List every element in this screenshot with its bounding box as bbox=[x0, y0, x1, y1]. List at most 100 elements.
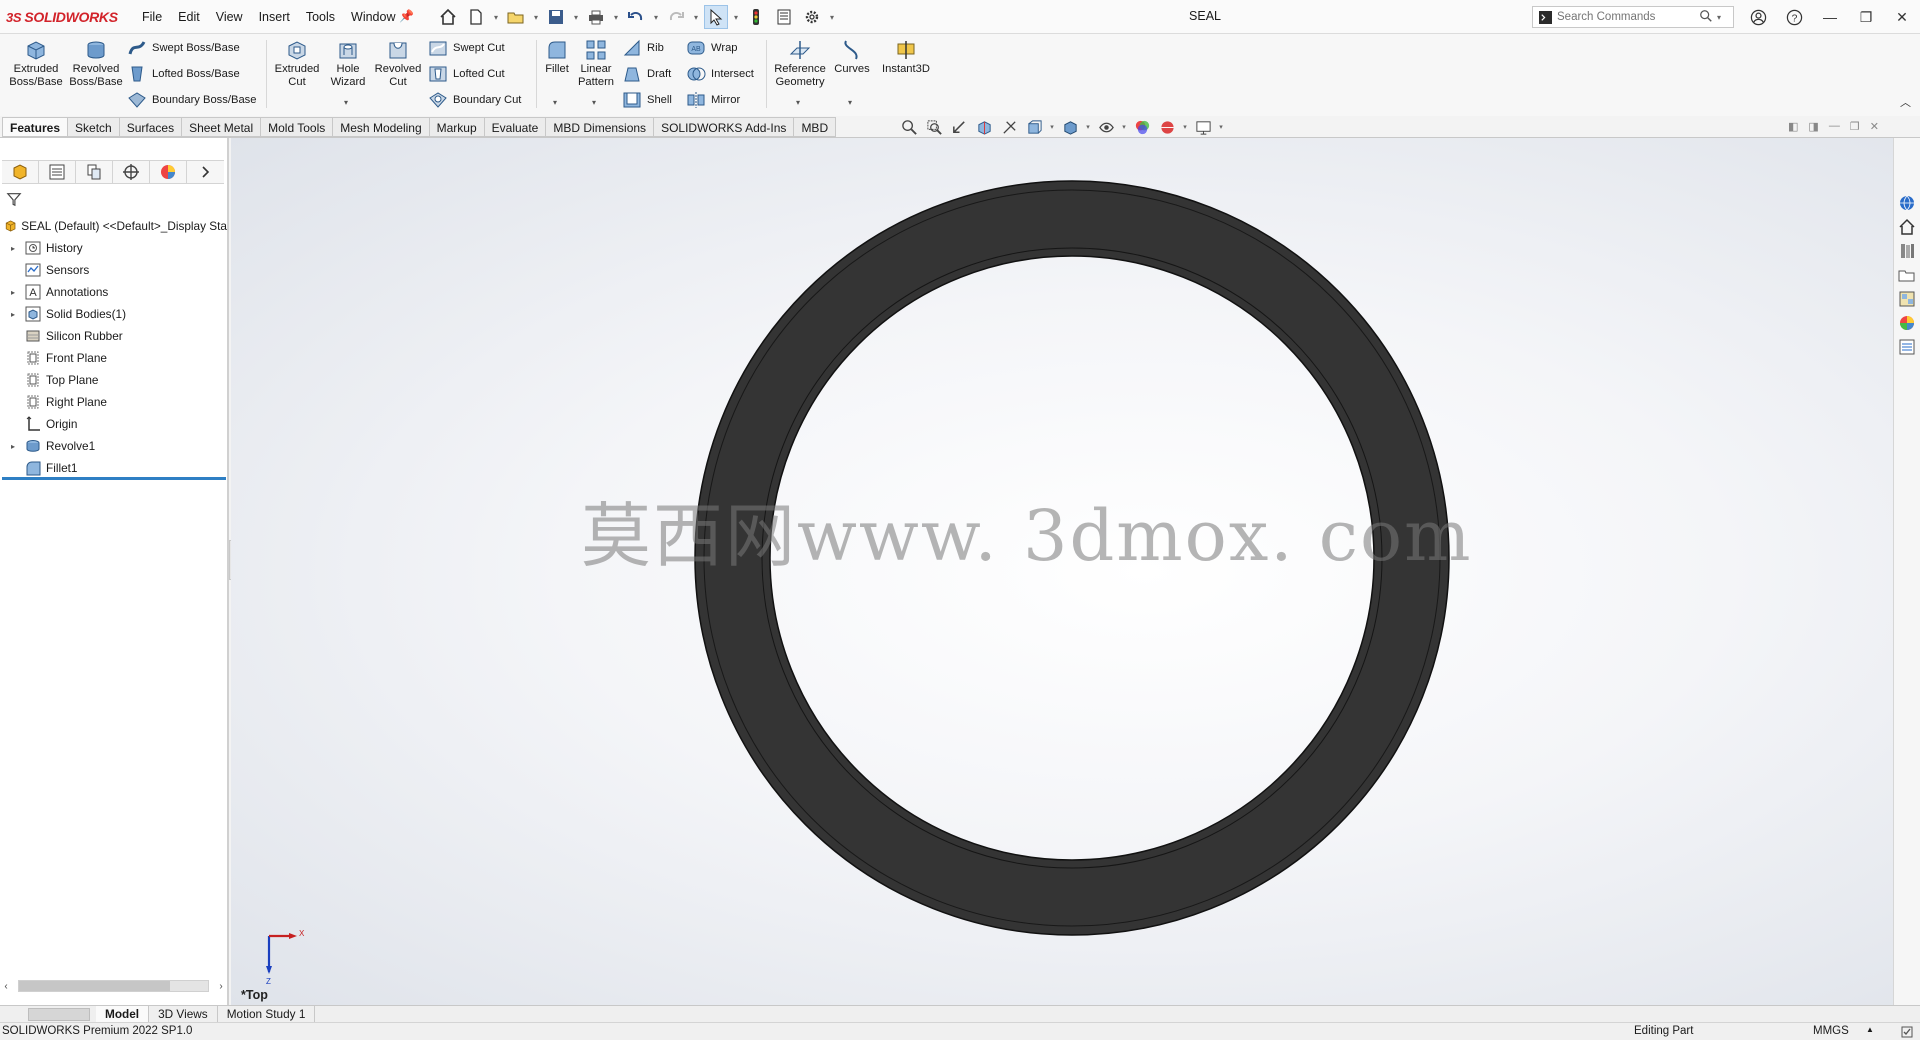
new-document-icon[interactable] bbox=[464, 5, 488, 29]
menu-edit[interactable]: Edit bbox=[170, 9, 208, 26]
draft-button[interactable]: Draft bbox=[622, 64, 671, 84]
custom-properties-icon[interactable] bbox=[1896, 336, 1918, 358]
tab-surfaces[interactable]: Surfaces bbox=[119, 117, 183, 137]
tab-features[interactable]: Features bbox=[2, 117, 69, 137]
view-orientation-dropdown-icon[interactable]: ▾ bbox=[1048, 123, 1056, 131]
hole-wizard-button[interactable]: Hole Wizard bbox=[324, 38, 372, 89]
undo-dropdown-icon[interactable]: ▾ bbox=[652, 13, 660, 22]
hole-wizard-dropdown-icon[interactable]: ▾ bbox=[344, 98, 348, 107]
tree-item-fillet1[interactable]: Fillet1 bbox=[0, 457, 227, 479]
search-input[interactable] bbox=[1557, 11, 1697, 23]
tree-item-revolve1[interactable]: ▸ Revolve1 bbox=[0, 435, 227, 457]
lofted-cut-button[interactable]: Lofted Cut bbox=[428, 64, 505, 84]
wrap-button[interactable]: AB Wrap bbox=[686, 38, 738, 58]
home-tab-icon[interactable] bbox=[1896, 216, 1918, 238]
tree-item-silicon-rubber[interactable]: Silicon Rubber bbox=[0, 325, 227, 347]
dimxpert-manager-tab-icon[interactable] bbox=[113, 161, 151, 183]
expand-arrow-icon[interactable]: ▸ bbox=[8, 310, 18, 319]
account-icon[interactable] bbox=[1740, 4, 1776, 30]
boundary-cut-button[interactable]: Boundary Cut bbox=[428, 90, 521, 110]
reference-geometry-button[interactable]: Reference Geometry bbox=[770, 38, 830, 89]
tree-item-annotations[interactable]: ▸ A Annotations bbox=[0, 281, 227, 303]
search-commands-box[interactable]: ▾ bbox=[1532, 6, 1734, 28]
display-manager-tab-icon[interactable] bbox=[150, 161, 188, 183]
viewport-tile-left-icon[interactable]: ◧ bbox=[1788, 120, 1798, 133]
scroll-thumb[interactable] bbox=[19, 981, 171, 991]
traffic-light-icon[interactable] bbox=[744, 5, 768, 29]
dynamic-annotation-icon[interactable] bbox=[998, 118, 1020, 136]
apply-scene-icon[interactable] bbox=[1156, 118, 1178, 136]
zoom-to-fit-icon[interactable] bbox=[898, 118, 920, 136]
pin-icon[interactable]: 📌 bbox=[399, 9, 414, 23]
options-gear-icon[interactable] bbox=[800, 5, 824, 29]
tab-mold-tools[interactable]: Mold Tools bbox=[261, 117, 334, 137]
mirror-button[interactable]: Mirror bbox=[686, 90, 740, 110]
extruded-boss-button[interactable]: Extruded Boss/Base bbox=[8, 38, 64, 89]
tab-sketch[interactable]: Sketch bbox=[68, 117, 120, 137]
unit-system-selector[interactable]: MMGS bbox=[1813, 1025, 1849, 1037]
tab-scroll-controls[interactable] bbox=[28, 1008, 90, 1021]
tab-3d-views[interactable]: 3D Views bbox=[149, 1006, 218, 1022]
menu-view[interactable]: View bbox=[208, 9, 251, 26]
close-icon[interactable]: ✕ bbox=[1884, 4, 1920, 30]
rib-button[interactable]: Rib bbox=[622, 38, 664, 58]
viewport-restore-icon[interactable]: ❐ bbox=[1850, 120, 1860, 133]
fillet-dropdown-icon[interactable]: ▾ bbox=[553, 98, 557, 107]
revolved-cut-button[interactable]: Revolved Cut bbox=[372, 38, 424, 89]
design-library-icon[interactable] bbox=[1896, 240, 1918, 262]
tree-item-solid-bodies-1[interactable]: ▸ Solid Bodies(1) bbox=[0, 303, 227, 325]
solidworks-resources-icon[interactable] bbox=[1896, 192, 1918, 214]
tree-item-front-plane[interactable]: Front Plane bbox=[0, 347, 227, 369]
instant3d-button[interactable]: Instant3D bbox=[876, 38, 936, 76]
tab-mbd-dimensions[interactable]: MBD Dimensions bbox=[546, 117, 655, 137]
appearances-scenes-icon[interactable] bbox=[1896, 312, 1918, 334]
home-icon[interactable] bbox=[436, 5, 460, 29]
tree-item-origin[interactable]: Origin bbox=[0, 413, 227, 435]
expand-arrow-icon[interactable]: ▸ bbox=[8, 244, 18, 253]
viewport-minimize-icon[interactable]: — bbox=[1829, 120, 1840, 133]
shell-button[interactable]: Shell bbox=[622, 90, 672, 110]
expand-arrow-icon[interactable]: ▸ bbox=[8, 442, 18, 451]
redo-icon[interactable] bbox=[664, 5, 688, 29]
swept-cut-button[interactable]: Swept Cut bbox=[428, 38, 505, 58]
intersect-button[interactable]: Intersect bbox=[686, 64, 754, 84]
save-dropdown-icon[interactable]: ▾ bbox=[572, 13, 580, 22]
curves-button[interactable]: Curves bbox=[830, 38, 874, 76]
tab-mesh-modeling[interactable]: Mesh Modeling bbox=[333, 117, 430, 137]
scroll-right-icon[interactable]: › bbox=[215, 981, 227, 992]
redo-dropdown-icon[interactable]: ▾ bbox=[692, 13, 700, 22]
property-manager-tab-icon[interactable] bbox=[39, 161, 77, 183]
filter-icon[interactable] bbox=[6, 191, 24, 209]
zoom-to-area-icon[interactable] bbox=[923, 118, 945, 136]
curves-dropdown-icon[interactable]: ▾ bbox=[848, 98, 852, 107]
tab-solidworks-addins[interactable]: SOLIDWORKS Add-Ins bbox=[654, 117, 795, 137]
fillet-button[interactable]: Fillet bbox=[540, 38, 574, 76]
section-view-icon[interactable] bbox=[973, 118, 995, 136]
apply-scene-dropdown-icon[interactable]: ▾ bbox=[1181, 123, 1189, 131]
display-style-dropdown-icon[interactable]: ▾ bbox=[1084, 123, 1092, 131]
view-orientation-icon[interactable] bbox=[1023, 118, 1045, 136]
tab-mbd[interactable]: MBD bbox=[794, 117, 837, 137]
tree-item-history[interactable]: ▸ History bbox=[0, 237, 227, 259]
open-dropdown-icon[interactable]: ▾ bbox=[532, 13, 540, 22]
previous-view-icon[interactable] bbox=[948, 118, 970, 136]
view-settings-dropdown-icon[interactable]: ▾ bbox=[1217, 123, 1225, 131]
revolved-boss-button[interactable]: Revolved Boss/Base bbox=[68, 38, 124, 89]
menu-file[interactable]: File bbox=[134, 9, 170, 26]
rebuild-status-icon[interactable] bbox=[1898, 1023, 1916, 1040]
undo-icon[interactable] bbox=[624, 5, 648, 29]
more-tabs-chevron-icon[interactable] bbox=[187, 161, 224, 183]
linear-pattern-button[interactable]: Linear Pattern bbox=[574, 38, 618, 89]
boundary-boss-button[interactable]: Boundary Boss/Base bbox=[127, 90, 256, 110]
save-icon[interactable] bbox=[544, 5, 568, 29]
graphics-area[interactable]: 莫西网www. 3dmox. com X Z *Top bbox=[231, 138, 1893, 1005]
search-icon[interactable] bbox=[1699, 9, 1715, 25]
hide-show-dropdown-icon[interactable]: ▾ bbox=[1120, 123, 1128, 131]
viewport-tile-right-icon[interactable]: ◨ bbox=[1808, 120, 1818, 133]
viewport-close-icon[interactable]: ✕ bbox=[1870, 120, 1879, 133]
open-folder-icon[interactable] bbox=[504, 5, 528, 29]
tree-item-right-plane[interactable]: Right Plane bbox=[0, 391, 227, 413]
collapse-ribbon-icon[interactable]: ︿ bbox=[1900, 94, 1911, 110]
feature-tree-horizontal-scrollbar[interactable]: ‹ › bbox=[0, 978, 227, 994]
feature-manager-tab-icon[interactable] bbox=[2, 161, 40, 183]
